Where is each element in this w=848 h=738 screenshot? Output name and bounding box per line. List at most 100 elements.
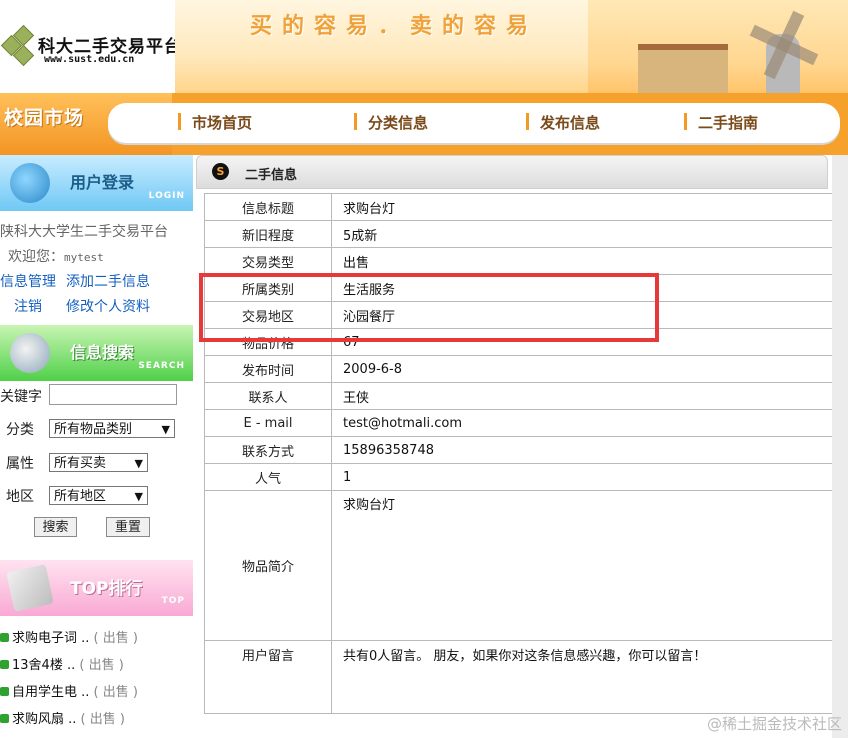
field-value: 王侠 bbox=[331, 382, 844, 410]
property-select[interactable]: 所有买卖 ▼ bbox=[49, 453, 148, 472]
field-value: 5成新 bbox=[331, 220, 844, 248]
decoration-icon bbox=[743, 159, 813, 189]
table-row: 用户留言 共有0人留言。 朋友，如果你对这条信息感兴趣，你可以留言！ bbox=[204, 640, 844, 714]
table-row: 联系人 王侠 bbox=[204, 382, 844, 410]
bullet-icon bbox=[0, 687, 9, 696]
area-select[interactable]: 所有地区 ▼ bbox=[49, 486, 148, 505]
field-value: 67 bbox=[331, 328, 844, 356]
users-icon bbox=[10, 163, 50, 203]
field-label: E - mail bbox=[204, 409, 332, 437]
bullet-icon bbox=[0, 633, 9, 642]
table-row: 人气 1 bbox=[204, 463, 844, 491]
nav-bar: 校园市场 市场首页 分类信息 发布信息 二手指南 bbox=[0, 93, 848, 155]
nav-menu: 市场首页 分类信息 发布信息 二手指南 bbox=[108, 103, 840, 143]
chevron-down-icon: ▼ bbox=[161, 423, 170, 436]
area-label: 地区 bbox=[6, 489, 34, 505]
link-edit-profile[interactable]: 修改个人资料 bbox=[66, 296, 150, 316]
search-panel-header: 信息搜索 SEARCH bbox=[0, 325, 193, 381]
field-value: 出售 bbox=[331, 247, 844, 275]
top-list-item[interactable]: 13舍4楼 .. ( 出售 ) bbox=[0, 654, 124, 673]
field-value: test@hotmali.com bbox=[331, 409, 844, 437]
field-value: 2009-6-8 bbox=[331, 355, 844, 383]
sidebar: 用户登录 LOGIN 陕科大大学生二手交易平台 欢迎您：mytest 信息管理 … bbox=[0, 155, 193, 738]
watermark: @稀土掘金技术社区 bbox=[706, 715, 842, 733]
nav-item-home[interactable]: 市场首页 bbox=[178, 112, 252, 133]
table-row: 联系方式 15896358748 bbox=[204, 436, 844, 464]
section-header: S 二手信息 bbox=[196, 155, 828, 189]
magnifier-icon bbox=[10, 333, 50, 373]
field-label: 发布时间 bbox=[204, 355, 332, 383]
building-icon bbox=[638, 44, 728, 93]
top-title: TOP排行 bbox=[70, 579, 143, 599]
main-content: S 二手信息 信息标题 求购台灯 新旧程度 5成新 交易类型 出售 所属类别 生活服务 交易地区… bbox=[196, 155, 848, 738]
table-row: 发布时间 2009-6-8 bbox=[204, 355, 844, 383]
field-value: 共有0人留言。 朋友，如果你对这条信息感兴趣，你可以留言！ bbox=[331, 640, 844, 714]
site-url: www.sust.edu.cn bbox=[44, 54, 135, 65]
field-label: 交易类型 bbox=[204, 247, 332, 275]
chevron-down-icon: ▼ bbox=[134, 457, 143, 470]
table-row: 信息标题 求购台灯 bbox=[204, 193, 844, 221]
field-value: 15896358748 bbox=[331, 436, 844, 464]
welcome-label: 欢迎您： bbox=[8, 249, 64, 265]
field-label: 用户留言 bbox=[204, 640, 332, 714]
search-title: 信息搜索 bbox=[70, 343, 135, 362]
top-list-item[interactable]: 求购电子词 .. ( 出售 ) bbox=[0, 627, 138, 646]
table-row: E - mail test@hotmali.com bbox=[204, 409, 844, 437]
banner-scene bbox=[588, 0, 848, 93]
nav-item-publish[interactable]: 发布信息 bbox=[526, 112, 600, 133]
field-label: 物品价格 bbox=[204, 328, 332, 356]
link-info-manage[interactable]: 信息管理 bbox=[0, 271, 56, 291]
section-title: 二手信息 bbox=[245, 168, 298, 183]
login-panel-header: 用户登录 LOGIN bbox=[0, 155, 193, 211]
bullet-icon bbox=[0, 660, 9, 669]
table-row: 物品简介 求购台灯 bbox=[204, 490, 844, 641]
search-button[interactable]: 搜索 bbox=[34, 517, 77, 537]
field-value: 求购台灯 bbox=[331, 490, 844, 641]
reset-button[interactable]: 重置 bbox=[106, 517, 150, 537]
section-icon: S bbox=[212, 163, 229, 180]
table-row: 交易地区 沁园餐厅 bbox=[204, 301, 844, 329]
field-label: 所属类别 bbox=[204, 274, 332, 302]
table-row: 交易类型 出售 bbox=[204, 247, 844, 275]
nav-item-guide[interactable]: 二手指南 bbox=[684, 112, 758, 133]
table-row: 物品价格 67 bbox=[204, 328, 844, 356]
search-subtitle: SEARCH bbox=[138, 361, 185, 371]
platform-text: 陕科大大学生二手交易平台 bbox=[0, 224, 168, 240]
link-logout[interactable]: 注销 bbox=[14, 296, 42, 316]
top-subtitle: TOP bbox=[161, 596, 185, 606]
site-header: 科大二手交易平台 www.sust.edu.cn 买的容易．卖的容易 bbox=[0, 0, 848, 93]
field-label: 联系方式 bbox=[204, 436, 332, 464]
login-title: 用户登录 bbox=[70, 173, 135, 192]
category-select[interactable]: 所有物品类别 ▼ bbox=[49, 419, 175, 438]
field-value: 1 bbox=[331, 463, 844, 491]
field-value: 生活服务 bbox=[331, 274, 844, 302]
category-label: 分类 bbox=[6, 422, 34, 438]
field-label: 新旧程度 bbox=[204, 220, 332, 248]
top-list-item[interactable]: 自用学生电 .. ( 出售 ) bbox=[0, 681, 138, 700]
field-label: 交易地区 bbox=[204, 301, 332, 329]
top-panel-header: TOP排行 TOP bbox=[0, 560, 193, 616]
link-add-item[interactable]: 添加二手信息 bbox=[66, 271, 150, 291]
property-label: 属性 bbox=[6, 456, 34, 472]
field-value: 沁园餐厅 bbox=[331, 301, 844, 329]
chevron-down-icon: ▼ bbox=[134, 490, 143, 503]
table-row: 所属类别 生活服务 bbox=[204, 274, 844, 302]
ranking-list-icon bbox=[6, 564, 54, 612]
keyword-input[interactable] bbox=[49, 384, 177, 405]
top-list-item[interactable]: 求购风扇 .. ( 出售 ) bbox=[0, 708, 125, 727]
bullet-icon bbox=[0, 714, 9, 723]
item-detail-table: 信息标题 求购台灯 新旧程度 5成新 交易类型 出售 所属类别 生活服务 交易地区 沁园餐厅 物品价… bbox=[204, 193, 844, 714]
header-banner: 买的容易．卖的容易 bbox=[175, 0, 848, 93]
nav-item-categories[interactable]: 分类信息 bbox=[354, 112, 428, 133]
scroll-edge bbox=[832, 155, 848, 738]
table-row: 新旧程度 5成新 bbox=[204, 220, 844, 248]
keyword-label: 关键字 bbox=[0, 389, 42, 405]
slogan: 买的容易．卖的容易 bbox=[250, 14, 539, 39]
field-label: 物品简介 bbox=[204, 490, 332, 641]
nav-school-label: 校园市场 bbox=[4, 107, 85, 129]
field-label: 人气 bbox=[204, 463, 332, 491]
username: mytest bbox=[64, 251, 104, 264]
login-subtitle: LOGIN bbox=[148, 191, 185, 201]
field-label: 信息标题 bbox=[204, 193, 332, 221]
field-label: 联系人 bbox=[204, 382, 332, 410]
